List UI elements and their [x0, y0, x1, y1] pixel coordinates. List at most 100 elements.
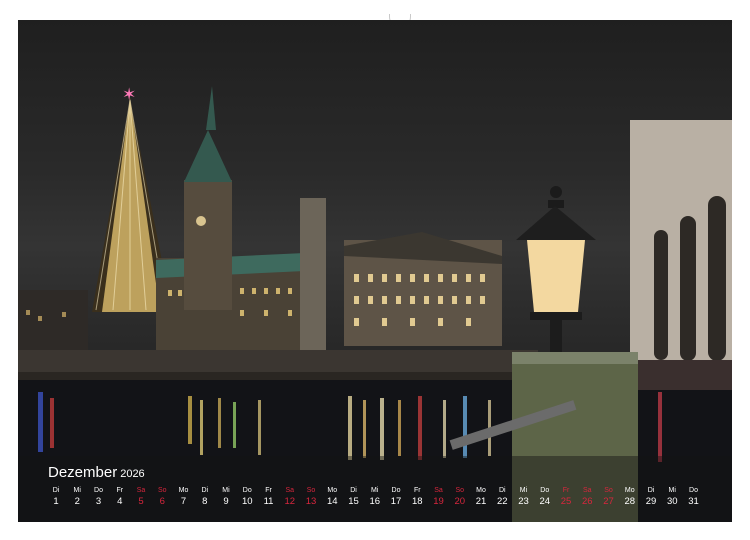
day-number: 14 — [326, 496, 338, 507]
day-number: 31 — [688, 496, 699, 507]
calendar-photo: ✶ — [18, 20, 732, 522]
calendar-day: Mi 2 — [67, 486, 87, 509]
day-name: Di — [52, 487, 60, 494]
day-name: Mi — [371, 487, 379, 494]
day-name: Di — [647, 487, 655, 494]
calendar-day: Mi 23 — [514, 486, 534, 509]
day-name: Mo — [178, 487, 189, 494]
day-name: Mo — [476, 487, 486, 494]
day-number: 25 — [560, 496, 572, 507]
day-number: 9 — [223, 496, 229, 507]
calendar-day: Mi 16 — [365, 486, 385, 509]
day-number: 29 — [645, 496, 657, 507]
day-name: So — [306, 487, 316, 494]
day-number: 1 — [53, 496, 59, 507]
day-name: Do — [540, 487, 550, 494]
day-name: Di — [350, 487, 357, 494]
day-number: 23 — [518, 496, 529, 507]
calendar-month: Dezember — [48, 464, 118, 481]
day-name: Do — [689, 487, 698, 494]
calendar-day: Sa 5 — [131, 486, 151, 509]
day-name: Do — [94, 487, 103, 494]
photo-illustration: ✶ — [18, 85, 732, 522]
calendar-day: Mo 14 — [322, 486, 342, 509]
city-hall-tower — [184, 180, 232, 310]
calendar-day: So 6 — [152, 486, 172, 509]
day-number: 4 — [117, 496, 123, 507]
day-number: 26 — [581, 496, 593, 507]
calendar-day: Fr 25 — [556, 486, 576, 509]
calendar-day: Di 1 — [46, 486, 66, 509]
day-number: 12 — [284, 496, 296, 507]
day-name: Mi — [668, 487, 676, 494]
day-number: 19 — [433, 496, 444, 507]
day-name: Mo — [624, 487, 635, 494]
day-name: So — [604, 487, 613, 494]
calendar-day: Di 29 — [641, 486, 661, 509]
day-number: 11 — [263, 496, 274, 507]
calendar-day: Do 10 — [237, 486, 257, 509]
day-number: 3 — [95, 496, 102, 507]
calendar-day: So 27 — [599, 486, 619, 509]
calendar-year: 2026 — [120, 468, 145, 480]
day-number: 20 — [454, 496, 466, 507]
street-lamp-icon — [516, 186, 596, 360]
calendar-title: Dezember 2026 — [48, 464, 145, 482]
day-name: Mi — [222, 487, 230, 494]
day-number: 30 — [666, 496, 678, 507]
calendar-day: Mi 30 — [662, 486, 682, 509]
day-number: 10 — [241, 496, 253, 507]
day-name: Fr — [413, 487, 421, 494]
day-name: Mi — [519, 487, 528, 494]
calendar-day: Fr 11 — [259, 486, 279, 509]
day-name: Do — [242, 487, 252, 494]
day-name: Fr — [116, 487, 124, 494]
calendar-day: Mo 28 — [620, 486, 640, 509]
day-number: 16 — [369, 496, 381, 507]
calendar-day: Do 17 — [386, 486, 406, 509]
calendar-days: Di 1 Mi 2 Do 3 Fr 4 Sa 5 So 6 Mo 7 Di 8 Mi 9 Do 10 Fr 11 Sa 12 S… — [38, 486, 738, 516]
day-name: So — [157, 487, 167, 494]
day-name: Fr — [562, 487, 570, 494]
day-number: 2 — [74, 496, 80, 507]
calendar-day: Di 15 — [344, 486, 364, 509]
calendar-day: Fr 4 — [110, 486, 130, 509]
calendar-day: Mo 7 — [174, 486, 194, 509]
calendar-day: Sa 12 — [280, 486, 300, 509]
day-name: Fr — [265, 487, 272, 494]
day-number: 27 — [603, 496, 614, 507]
calendar-day: Sa 26 — [577, 486, 597, 509]
calendar-day: Mo 21 — [471, 486, 491, 509]
left-buildings — [18, 290, 88, 360]
day-name: Sa — [434, 487, 443, 494]
day-name: Sa — [285, 487, 295, 494]
day-number: 7 — [180, 496, 187, 507]
day-name: Do — [391, 487, 401, 494]
calendar-day: Do 3 — [89, 486, 109, 509]
day-number: 8 — [202, 496, 208, 507]
day-number: 22 — [496, 496, 508, 507]
day-number: 6 — [159, 496, 165, 507]
day-name: Mo — [327, 487, 338, 494]
calendar-day: So 20 — [450, 486, 470, 509]
day-name: Di — [201, 487, 209, 494]
day-name: So — [455, 487, 465, 494]
day-number: 28 — [624, 496, 636, 507]
calendar-strip: Dezember 2026 Di 1 Mi 2 Do 3 Fr 4 Sa 5 So 6 Mo 7 Di 8 Mi 9… — [18, 456, 732, 522]
day-number: 17 — [390, 496, 402, 507]
day-number: 24 — [539, 496, 551, 507]
calendar-day: Fr 18 — [407, 486, 427, 509]
day-name: Mi — [73, 487, 81, 494]
day-number: 5 — [138, 496, 144, 507]
day-name: Di — [498, 487, 506, 494]
day-name: Sa — [582, 487, 592, 494]
calendar-day: Sa 19 — [429, 486, 449, 509]
calendar-day: Do 24 — [535, 486, 555, 509]
day-number: 21 — [475, 496, 487, 507]
day-number: 15 — [348, 496, 359, 507]
day-number: 13 — [305, 496, 317, 507]
day-number: 18 — [411, 496, 423, 507]
calendar-day: Di 8 — [195, 486, 215, 509]
day-name: Sa — [136, 487, 146, 494]
calendar-day: Mi 9 — [216, 486, 236, 509]
